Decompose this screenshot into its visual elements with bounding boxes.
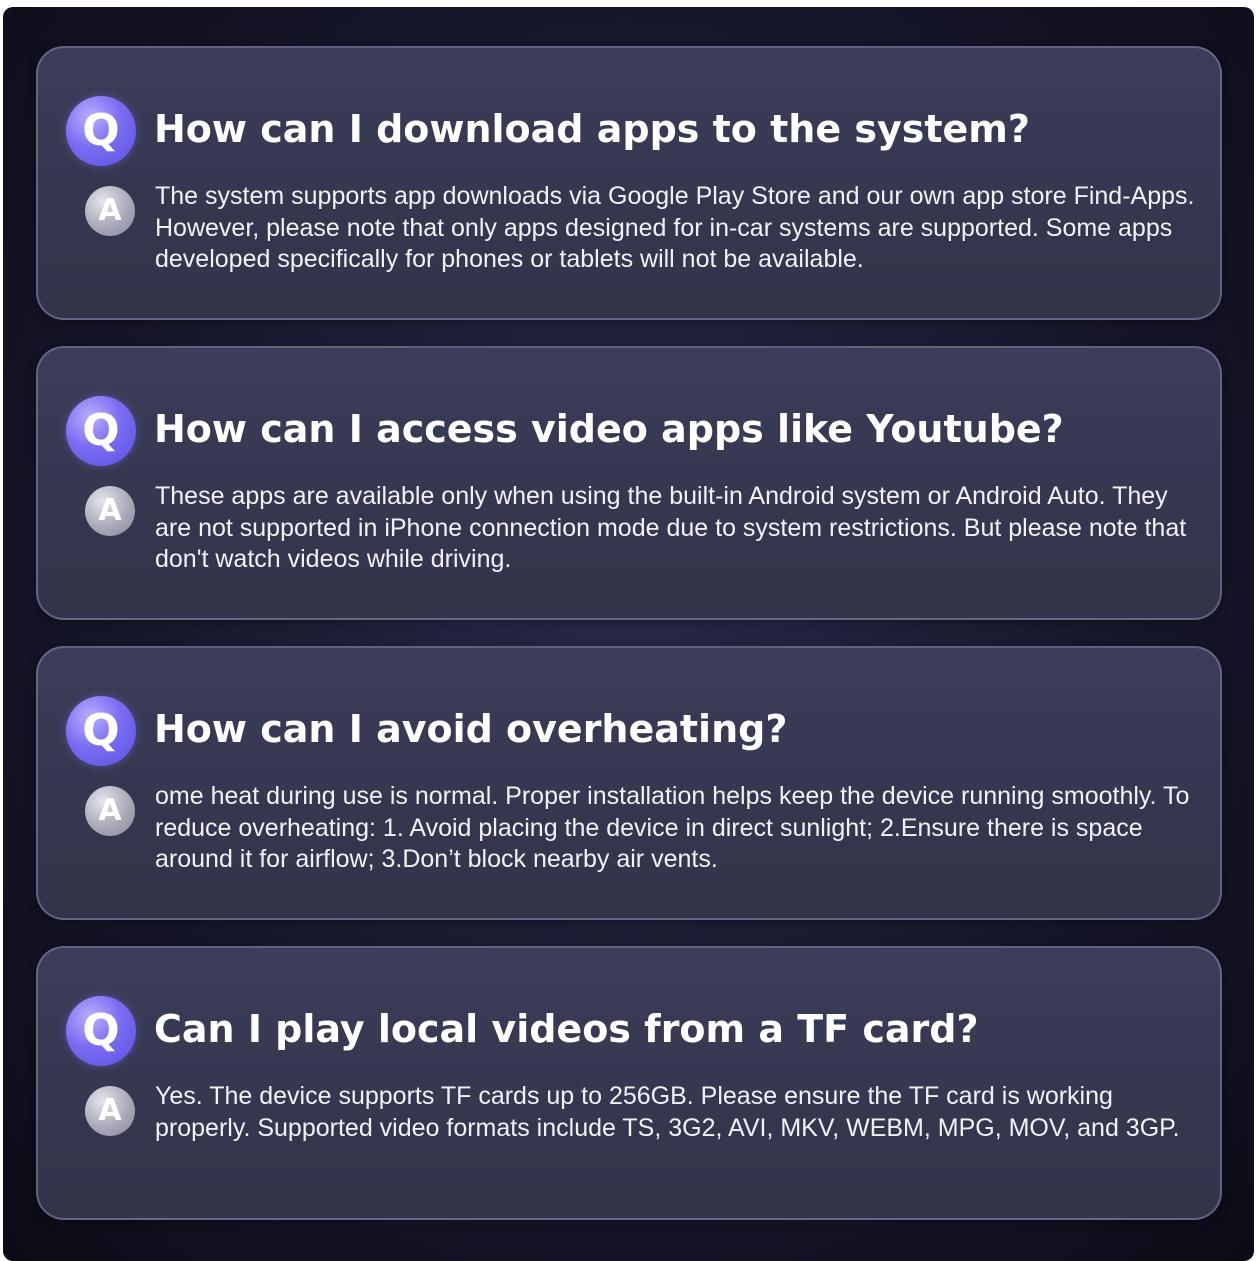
answer-badge-icon: A [85,486,135,536]
answer-badge-icon: A [85,186,135,236]
faq-card-overheating: Q How can I avoid overheating? A ome hea… [36,646,1222,920]
faq-answer: The system supports app downloads via Go… [155,182,1195,273]
faq-question: How can I access video apps like Youtube… [154,407,1064,451]
question-badge-icon: Q [66,696,136,766]
faq-question: Can I play local videos from a TF card? [154,1007,979,1051]
answer-badge-icon: A [85,1086,135,1136]
faq-question: How can I download apps to the system? [154,107,1030,151]
question-badge-icon: Q [66,96,136,166]
faq-card-video-apps: Q How can I access video apps like Youtu… [36,346,1222,620]
answer-badge-icon: A [85,786,135,836]
faq-canvas: Q How can I download apps to the system?… [3,7,1254,1261]
question-badge-icon: Q [66,396,136,466]
faq-answer: Yes. The device supports TF cards up to … [155,1082,1180,1142]
question-badge-icon: Q [66,996,136,1066]
faq-card-download-apps: Q How can I download apps to the system?… [36,46,1222,320]
faq-answer: ome heat during use is normal. Proper in… [155,782,1190,873]
faq-answer: These apps are available only when using… [155,482,1187,573]
faq-card-tf-card: Q Can I play local videos from a TF card… [36,946,1222,1220]
faq-question: How can I avoid overheating? [154,707,788,751]
